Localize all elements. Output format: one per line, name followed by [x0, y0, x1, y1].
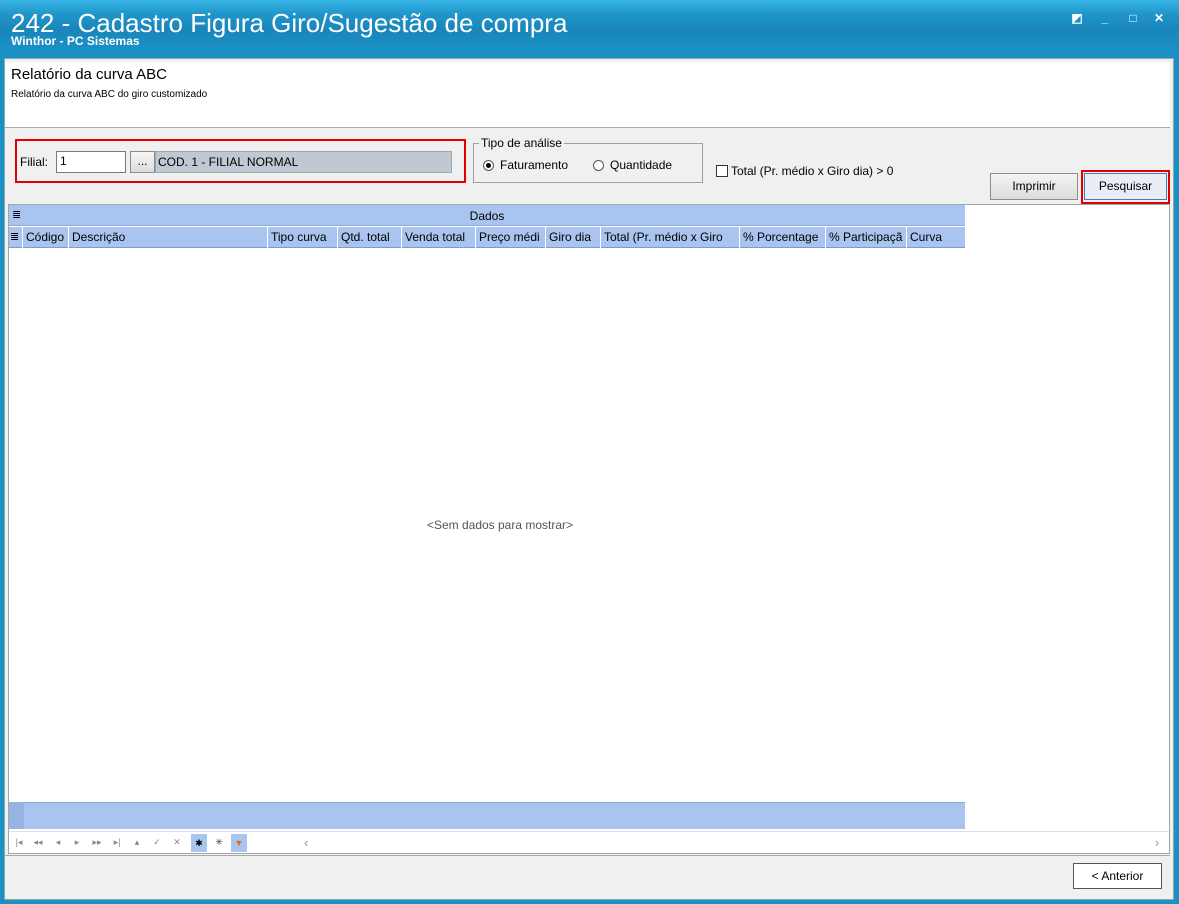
- pesquisar-button[interactable]: Pesquisar: [1084, 173, 1167, 200]
- col-header-tipo-curva[interactable]: Tipo curva: [268, 227, 338, 248]
- grid-footer: [9, 802, 965, 829]
- grid-column-headers: ≣ Código Descrição Tipo curva Qtd. total…: [9, 227, 965, 248]
- faturamento-radio[interactable]: [483, 160, 494, 171]
- col-header-descricao[interactable]: Descrição: [69, 227, 268, 248]
- col-header-preco-medio[interactable]: Preço médi: [476, 227, 546, 248]
- window-subtitle: Winthor - PC Sistemas: [11, 34, 140, 48]
- scroll-left-icon[interactable]: ‹: [304, 835, 308, 850]
- analysis-type-title: Tipo de análise: [479, 136, 564, 150]
- grid-band-header: ≣ Dados: [9, 205, 965, 226]
- anterior-button[interactable]: < Anterior: [1073, 863, 1162, 889]
- band-label: Dados: [469, 209, 505, 223]
- col-header-curva[interactable]: Curva: [907, 227, 965, 248]
- restore-icon[interactable]: ◩: [1068, 10, 1086, 26]
- filial-label: Filial:: [20, 155, 49, 169]
- bookmark-icon[interactable]: ✱: [191, 834, 207, 852]
- faturamento-label[interactable]: Faturamento: [500, 158, 568, 172]
- imprimir-button[interactable]: Imprimir: [990, 173, 1078, 200]
- scroll-right-icon[interactable]: ›: [1155, 835, 1159, 850]
- filial-lookup-button[interactable]: ...: [130, 151, 155, 173]
- filter-icon[interactable]: ▼: [231, 834, 247, 852]
- page-subtitle: Relatório da curva ABC do giro customiza…: [11, 89, 208, 100]
- col-header-giro-dia[interactable]: Giro dia: [546, 227, 601, 248]
- cancel-icon[interactable]: ✕: [169, 837, 185, 848]
- last-record-icon[interactable]: ▸|: [109, 837, 125, 848]
- bottom-separator: [5, 855, 1170, 856]
- total-checkbox-label[interactable]: Total (Pr. médio x Giro dia) > 0: [731, 164, 893, 178]
- column-chooser-icon[interactable]: ≣: [9, 227, 23, 248]
- filial-input[interactable]: 1: [56, 151, 126, 173]
- col-header-total[interactable]: Total (Pr. médio x Giro: [601, 227, 740, 248]
- minimize-button[interactable]: _: [1096, 10, 1114, 26]
- col-header-participacao[interactable]: % Participaçã: [826, 227, 907, 248]
- goto-bookmark-icon[interactable]: ✳: [211, 837, 227, 848]
- col-header-venda-total[interactable]: Venda total: [402, 227, 476, 248]
- total-checkbox[interactable]: [716, 165, 728, 177]
- close-button[interactable]: ✕: [1150, 10, 1168, 26]
- header-panel: Relatório da curva ABC Relatório da curv…: [5, 62, 1170, 128]
- col-header-codigo[interactable]: Código: [23, 227, 69, 248]
- pesquisar-label: Pesquisar: [1098, 179, 1153, 193]
- insert-icon[interactable]: ▴: [129, 837, 145, 848]
- grid-navigator: |◂ ◂◂ ◂ ▸ ▸▸ ▸| ▴ ✓ ✕ ✱ ✳ ▼ ‹ ›: [9, 831, 1169, 853]
- next-record-icon[interactable]: ▸: [69, 837, 85, 848]
- prev-page-icon[interactable]: ◂◂: [30, 837, 46, 848]
- quantidade-radio[interactable]: [593, 160, 604, 171]
- grid-footer-indicator: [9, 802, 24, 829]
- quantidade-label[interactable]: Quantidade: [610, 158, 672, 172]
- page-title: Relatório da curva ABC: [11, 66, 167, 83]
- first-record-icon[interactable]: |◂: [11, 837, 27, 848]
- col-header-porcentagem[interactable]: % Porcentage: [740, 227, 826, 248]
- imprimir-label: Imprimir: [1012, 179, 1056, 193]
- maximize-button[interactable]: □: [1124, 10, 1142, 26]
- post-icon[interactable]: ✓: [149, 837, 165, 848]
- next-page-icon[interactable]: ▸▸: [89, 837, 105, 848]
- prev-record-icon[interactable]: ◂: [50, 837, 66, 848]
- col-header-qtd-total[interactable]: Qtd. total: [338, 227, 402, 248]
- filial-name-field: COD. 1 - FILIAL NORMAL: [155, 151, 452, 173]
- empty-grid-message: <Sem dados para mostrar>: [426, 518, 574, 532]
- anterior-label: < Anterior: [1091, 869, 1144, 883]
